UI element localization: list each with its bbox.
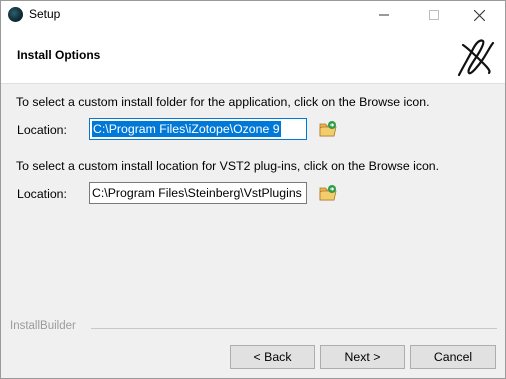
izotope-logo-icon <box>457 39 495 77</box>
vst2-location-value: C:\Program Files\Steinberg\VstPlugins <box>92 186 302 200</box>
maximize-icon <box>429 10 439 20</box>
next-button[interactable]: Next > <box>320 345 405 369</box>
minimize-icon <box>379 14 389 16</box>
cancel-button[interactable]: Cancel <box>410 345 496 369</box>
vst2-location-input[interactable]: C:\Program Files\Steinberg\VstPlugins <box>89 182 307 204</box>
maximize-button[interactable] <box>411 1 457 29</box>
vst2-folder-instruction: To select a custom install location for … <box>16 159 440 173</box>
back-button[interactable]: < Back <box>230 345 315 369</box>
app-folder-instruction: To select a custom install folder for th… <box>16 95 430 109</box>
install-options-panel: To select a custom install folder for th… <box>1 85 505 320</box>
title-bar[interactable]: Setup <box>1 1 505 29</box>
app-location-value: C:\Program Files\iZotope\Ozone 9 <box>92 121 281 137</box>
app-icon <box>8 7 23 22</box>
folder-browse-icon[interactable] <box>319 184 337 202</box>
window-title: Setup <box>29 7 61 21</box>
installbuilder-brand: InstallBuilder <box>10 320 76 332</box>
minimize-button[interactable] <box>361 1 407 29</box>
page-header: Install Options <box>1 29 505 84</box>
close-button[interactable] <box>456 1 502 29</box>
folder-browse-icon[interactable] <box>319 120 337 138</box>
app-location-label: Location: <box>17 123 67 137</box>
vst2-location-label: Location: <box>17 187 67 201</box>
page-title: Install Options <box>17 48 101 62</box>
close-icon <box>473 9 485 21</box>
setup-window: Setup Install Options To select a custom… <box>0 0 506 379</box>
app-location-input[interactable]: C:\Program Files\iZotope\Ozone 9 <box>89 118 307 140</box>
footer-divider <box>91 328 497 329</box>
